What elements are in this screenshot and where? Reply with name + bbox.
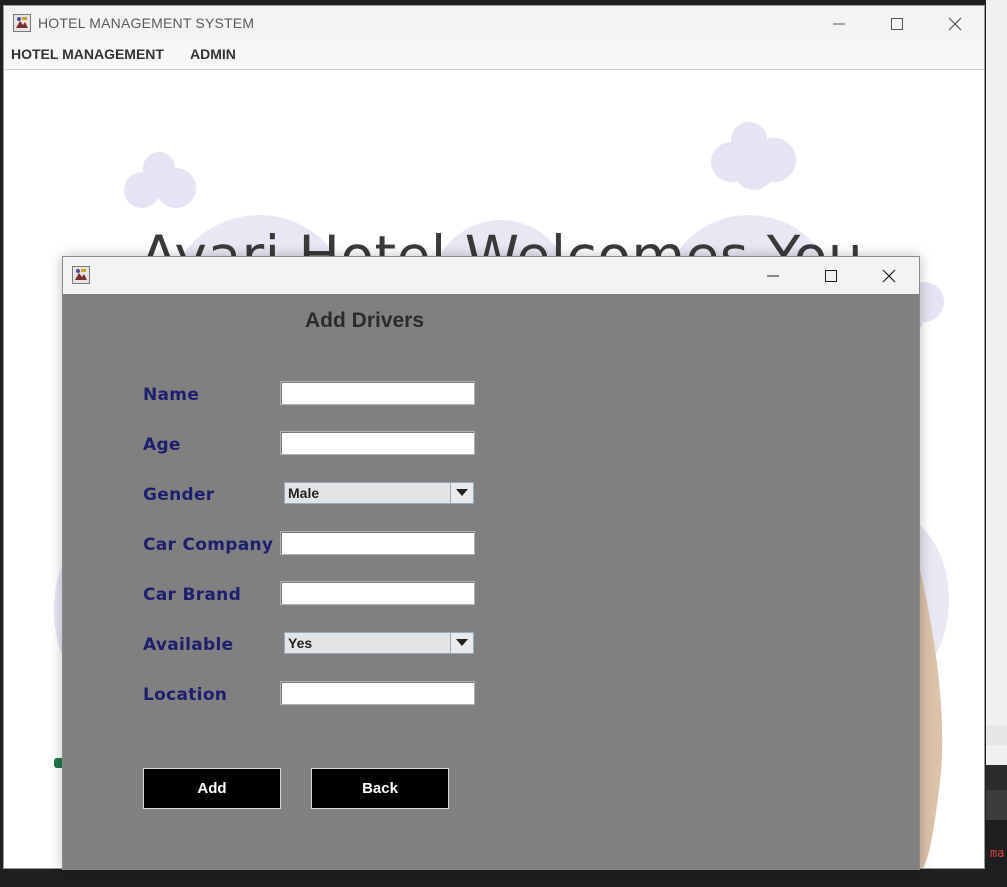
available-label: Available bbox=[143, 635, 234, 655]
close-icon bbox=[882, 269, 896, 282]
minimize-icon bbox=[833, 23, 845, 24]
maximize-button[interactable] bbox=[868, 6, 926, 41]
dialog-heading: Add Drivers bbox=[305, 309, 425, 332]
window-title: HOTEL MANAGEMENT SYSTEM bbox=[38, 15, 255, 31]
gender-select[interactable]: Male bbox=[284, 482, 474, 504]
back-button[interactable]: Back bbox=[311, 768, 449, 809]
available-select[interactable]: Yes bbox=[284, 632, 474, 654]
main-titlebar[interactable]: HOTEL MANAGEMENT SYSTEM bbox=[4, 6, 984, 41]
dropdown-arrow-icon[interactable] bbox=[450, 633, 473, 653]
maximize-icon bbox=[825, 269, 837, 282]
menu-admin[interactable]: ADMIN bbox=[190, 46, 236, 62]
age-field[interactable] bbox=[280, 431, 475, 455]
add-button[interactable]: Add bbox=[143, 768, 281, 809]
name-label: Name bbox=[143, 385, 200, 405]
car-brand-label: Car Brand bbox=[143, 585, 242, 605]
gender-label: Gender bbox=[143, 485, 215, 505]
car-brand-field[interactable] bbox=[280, 581, 475, 605]
maximize-icon bbox=[891, 17, 903, 30]
dialog-close-button[interactable] bbox=[860, 257, 918, 294]
car-company-field[interactable] bbox=[280, 531, 475, 555]
available-selected-value: Yes bbox=[288, 635, 313, 651]
app-icon bbox=[72, 266, 90, 284]
close-icon bbox=[948, 17, 962, 30]
close-button[interactable] bbox=[926, 6, 984, 41]
minimize-icon bbox=[767, 275, 779, 276]
car-company-label: Car Company bbox=[143, 535, 274, 555]
add-drivers-dialog: Add Drivers Name Age Gender Male Car Com… bbox=[62, 256, 920, 870]
dialog-titlebar[interactable] bbox=[63, 257, 919, 294]
location-field[interactable] bbox=[280, 681, 475, 705]
menu-hotel-management[interactable]: HOTEL MANAGEMENT bbox=[11, 46, 164, 62]
menu-bar: HOTEL MANAGEMENT ADMIN bbox=[4, 41, 984, 70]
gender-selected-value: Male bbox=[288, 485, 320, 501]
dialog-maximize-button[interactable] bbox=[802, 257, 860, 294]
location-label: Location bbox=[143, 685, 228, 705]
age-label: Age bbox=[143, 435, 181, 455]
dropdown-arrow-icon[interactable] bbox=[450, 483, 473, 503]
app-icon bbox=[13, 14, 31, 32]
name-field[interactable] bbox=[280, 381, 475, 405]
minimize-button[interactable] bbox=[810, 6, 868, 41]
dialog-minimize-button[interactable] bbox=[744, 257, 802, 294]
background-desktop: ma bbox=[986, 0, 1007, 887]
